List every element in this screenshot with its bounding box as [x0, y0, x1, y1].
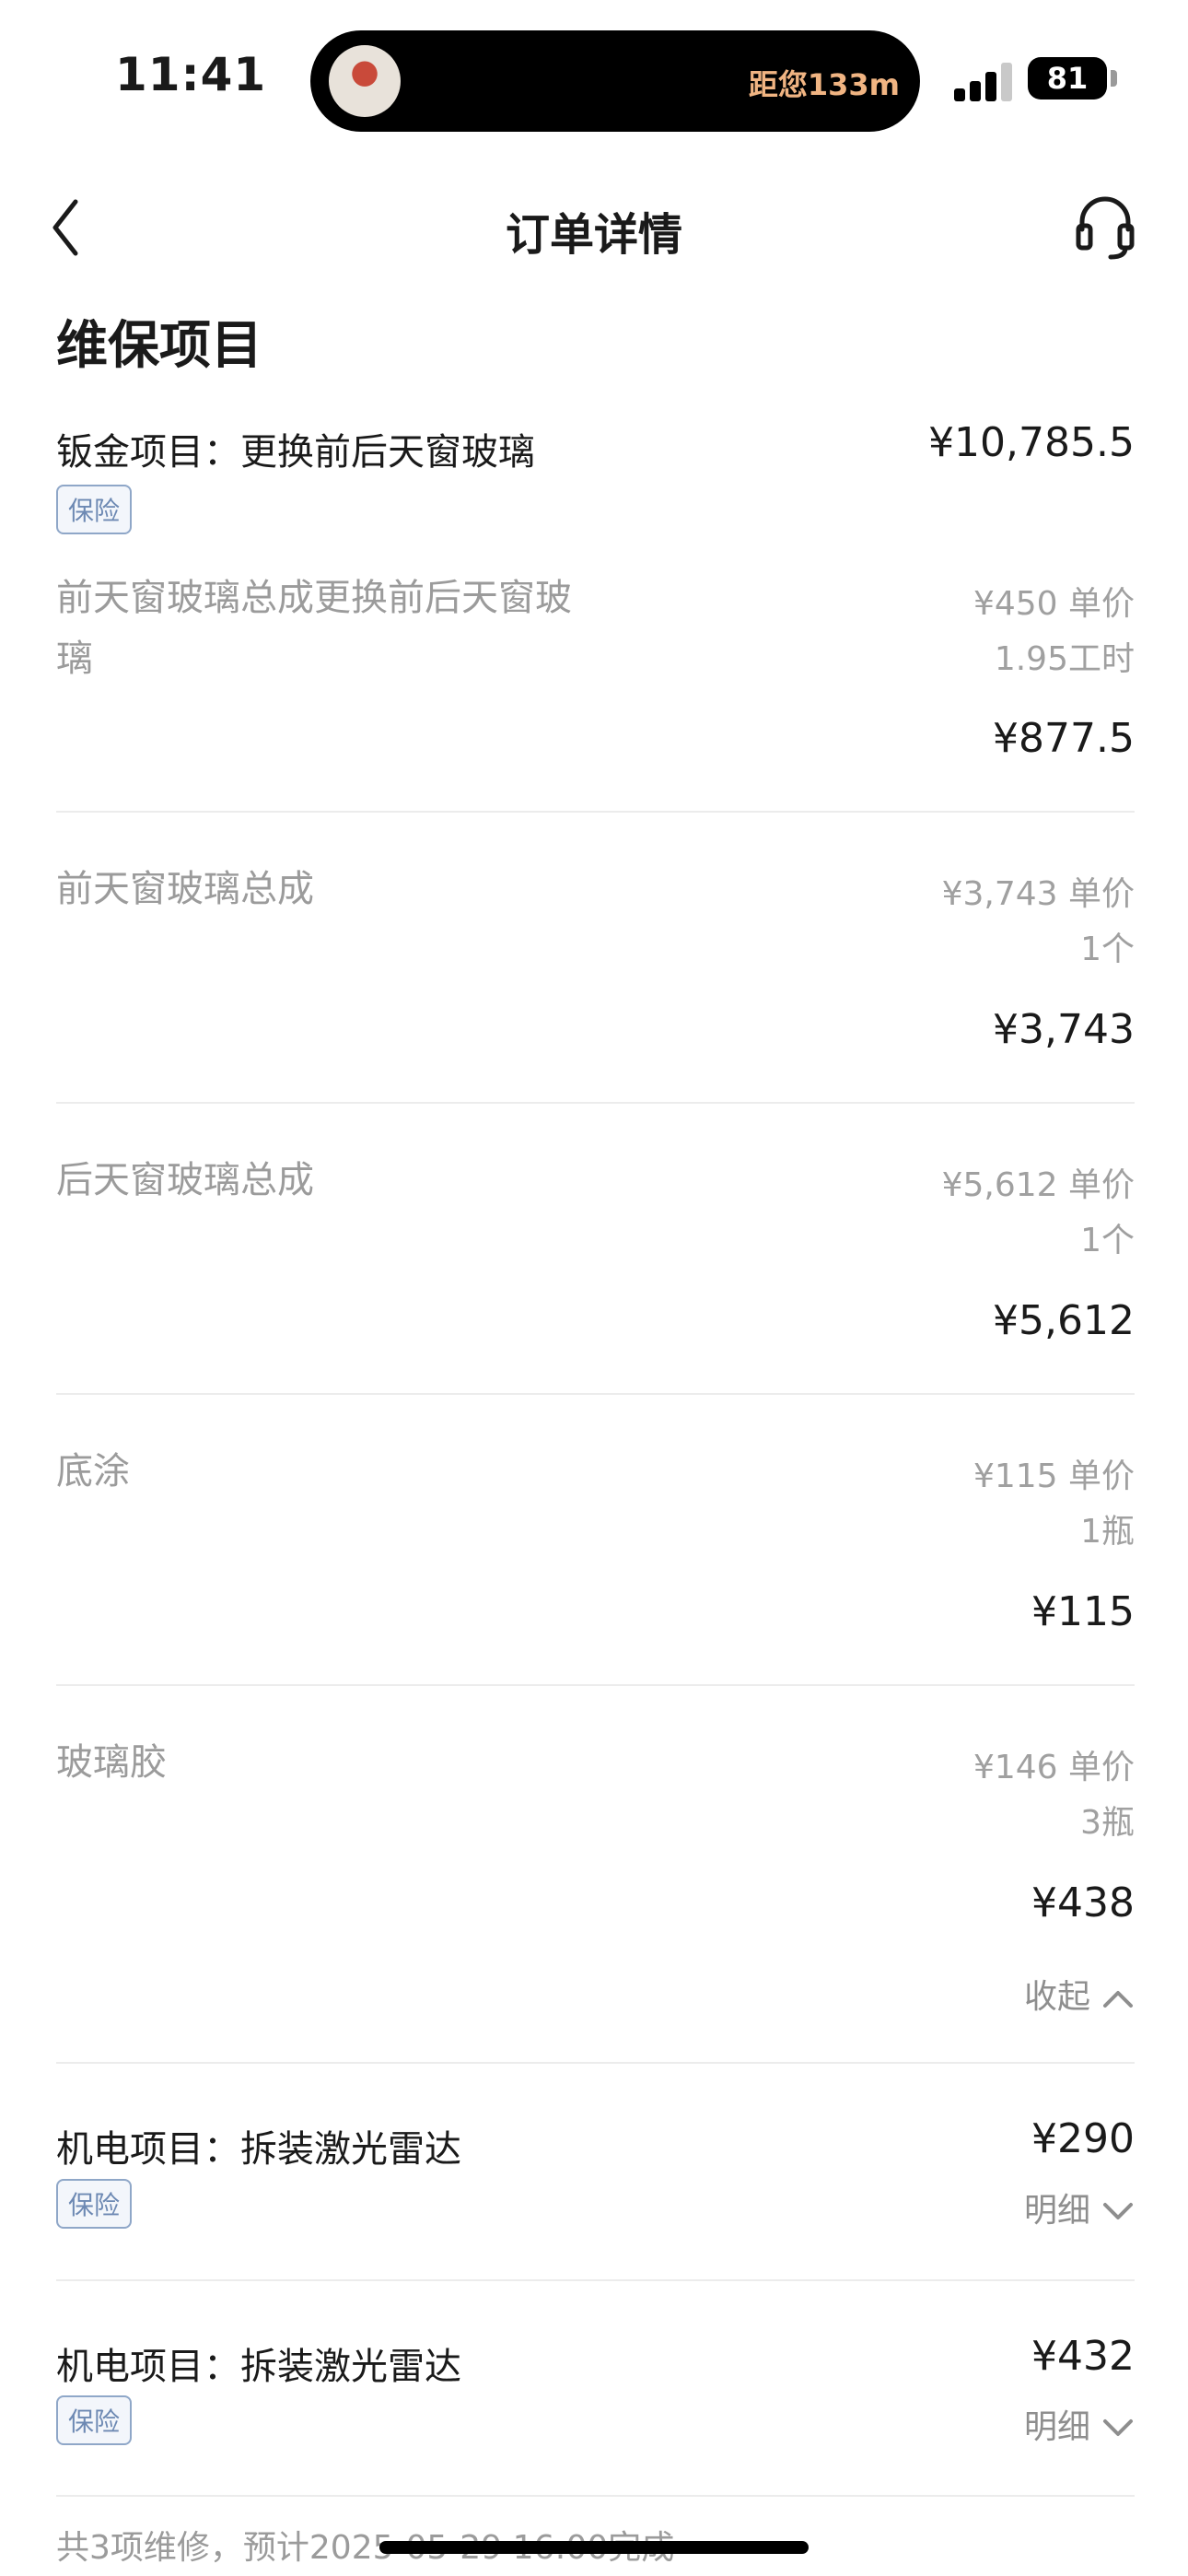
insurance-badge: 保险: [56, 485, 132, 534]
part-total: ¥438: [1031, 1879, 1135, 1926]
page-title: 订单详情: [505, 209, 682, 261]
detail-label: 明细: [1023, 2408, 1090, 2446]
part-unit-price: ¥5,612 单价: [941, 1166, 1135, 1204]
collapse-toggle[interactable]: 收起: [1024, 1970, 1135, 2018]
live-activity-distance: 距您133m: [748, 67, 900, 102]
part-quantity: 1个: [1080, 1222, 1135, 1259]
part-name: 前天窗玻璃总成: [56, 868, 314, 910]
collapse-label: 收起: [1023, 1978, 1090, 2016]
status-bar: 11:41 距您133m 81: [0, 0, 1188, 138]
headset-icon: [1076, 196, 1135, 260]
item-price: ¥432: [1031, 2333, 1135, 2380]
part-unit-price: ¥3,743 单价: [941, 875, 1135, 913]
part-name: 底涂: [56, 1450, 130, 1493]
chevron-down-icon: [1103, 2419, 1133, 2436]
item-price: ¥290: [1031, 2115, 1135, 2162]
part-unit-price: ¥146 单价: [973, 1749, 1135, 1786]
part-quantity: 3瓶: [1080, 1804, 1135, 1842]
home-indicator[interactable]: [379, 2541, 809, 2554]
item-title: 机电项目：拆装激光雷达: [56, 2346, 461, 2388]
part-total: ¥5,612: [993, 1297, 1135, 1344]
status-time: 11:41: [115, 48, 267, 101]
part-unit-price: ¥450 单价: [973, 585, 1135, 623]
cellular-signal-icon: [954, 63, 1013, 101]
divider: [56, 811, 1135, 813]
part-name: 后天窗玻璃总成: [56, 1159, 314, 1201]
part-name: 玻璃胶: [56, 1741, 167, 1784]
part-total: ¥115: [1031, 1588, 1135, 1635]
divider: [56, 1102, 1135, 1104]
chevron-up-icon: [1103, 1991, 1133, 2008]
divider: [56, 1684, 1135, 1686]
part-unit-price: ¥115 单价: [973, 1458, 1135, 1495]
part-total: ¥877.5: [993, 715, 1135, 762]
section-title: 维保项目: [56, 316, 262, 376]
divider: [56, 2062, 1135, 2064]
live-activity-avatar: [329, 45, 401, 117]
item-title: 机电项目：拆装激光雷达: [56, 2128, 461, 2171]
chevron-down-icon: [1103, 2203, 1133, 2219]
navigation-bar: 订单详情: [0, 180, 1188, 272]
detail-toggle[interactable]: 明细: [1024, 2400, 1135, 2448]
insurance-badge: 保险: [56, 2395, 132, 2445]
detail-label: 明细: [1023, 2192, 1090, 2230]
part-name: 前天窗玻璃总成更换前后天窗玻璃: [56, 577, 572, 680]
divider: [56, 2279, 1135, 2281]
item-title: 钣金项目：更换前后天窗玻璃: [56, 431, 535, 474]
part-quantity: 1.95工时: [994, 640, 1135, 678]
dynamic-island[interactable]: 距您133m: [310, 30, 920, 132]
battery-icon: 81: [1028, 57, 1107, 100]
item-price: ¥10,785.5: [928, 419, 1135, 466]
part-quantity: 1瓶: [1080, 1513, 1135, 1551]
divider: [56, 1393, 1135, 1395]
detail-toggle[interactable]: 明细: [1024, 2184, 1135, 2231]
part-total: ¥3,743: [993, 1006, 1135, 1053]
battery-cap: [1111, 70, 1117, 87]
part-quantity: 1个: [1080, 931, 1135, 968]
divider: [56, 2495, 1135, 2497]
insurance-badge: 保险: [56, 2179, 132, 2229]
customer-service-button[interactable]: [1073, 189, 1137, 263]
